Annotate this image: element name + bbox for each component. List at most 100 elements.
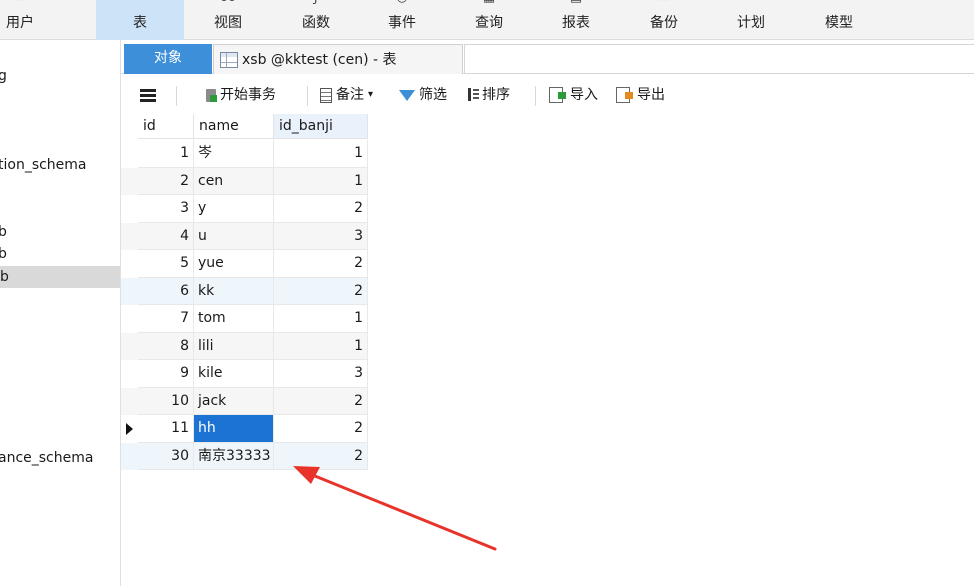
column-header-id-banji[interactable]: id_banji xyxy=(274,114,368,139)
cell-id-banji[interactable]: 1 xyxy=(274,140,368,168)
ribbon-query-button[interactable]: ▦ 查询 xyxy=(445,0,533,40)
ribbon-model-button[interactable]: ▭ 模型 xyxy=(795,0,883,40)
cell-id-banji[interactable]: 2 xyxy=(274,442,368,470)
cell-id[interactable]: 4 xyxy=(138,222,194,250)
cell-name[interactable]: yue xyxy=(194,250,274,278)
export-button[interactable]: 导出 xyxy=(616,84,665,106)
cell-id[interactable]: 3 xyxy=(138,195,194,223)
transaction-icon xyxy=(206,88,217,102)
table-row[interactable]: 6 kk 2 xyxy=(121,277,368,305)
current-row-pointer-icon xyxy=(126,423,133,435)
ribbon-user-button[interactable]: ▬ 用户 xyxy=(0,0,50,40)
table-row[interactable]: 1 岑 1 xyxy=(121,140,368,168)
begin-transaction-label: 开始事务 xyxy=(220,87,276,103)
table-row[interactable]: 10 jack 2 xyxy=(121,387,368,415)
table-icon: ▭ xyxy=(134,0,146,6)
export-label: 导出 xyxy=(637,87,665,103)
table-icon xyxy=(220,51,238,68)
cell-id-banji[interactable]: 2 xyxy=(274,195,368,223)
tab-strip-empty-area xyxy=(464,44,974,74)
table-row[interactable]: 2 cen 1 xyxy=(121,167,368,195)
tab-objects[interactable]: 对象 xyxy=(124,44,212,74)
cell-id[interactable]: 11 xyxy=(138,415,194,443)
cell-name[interactable]: jack xyxy=(194,387,274,415)
cell-id[interactable]: 9 xyxy=(138,360,194,388)
backup-icon: ▬ xyxy=(658,0,670,6)
navigator-item-selected[interactable]: b xyxy=(0,266,120,288)
report-icon: ▤ xyxy=(570,0,582,6)
ribbon-function-button[interactable]: ƒ 函数 xyxy=(272,0,360,40)
ribbon-event-button[interactable]: ◔ 事件 xyxy=(358,0,446,40)
sort-button[interactable]: 排序 xyxy=(466,84,510,106)
import-button[interactable]: 导入 xyxy=(549,84,598,106)
chevron-down-icon: ▾ xyxy=(368,89,374,100)
ribbon-schedule-button[interactable]: ▭ 计划 xyxy=(707,0,795,40)
column-header-name[interactable]: name xyxy=(194,114,274,139)
sort-icon xyxy=(466,87,479,103)
cell-name[interactable]: cen xyxy=(194,167,274,195)
cell-id-banji[interactable]: 2 xyxy=(274,250,368,278)
table-row-current[interactable]: 11 hh 2 xyxy=(121,415,368,443)
user-icon: ▬ xyxy=(14,0,26,6)
cell-id-banji[interactable]: 2 xyxy=(274,415,368,443)
cell-name[interactable]: kk xyxy=(194,277,274,305)
ribbon-report-button[interactable]: ▤ 报表 xyxy=(532,0,620,40)
cell-id[interactable]: 30 xyxy=(138,442,194,470)
ribbon-backup-button[interactable]: ▬ 备份 xyxy=(620,0,708,40)
cell-id[interactable]: 7 xyxy=(138,305,194,333)
navigator-item[interactable]: b xyxy=(0,243,7,265)
tab-strip: 对象 xsb @kktest (cen) - 表 xyxy=(121,40,974,74)
cell-id-banji[interactable]: 2 xyxy=(274,277,368,305)
cell-id-banji[interactable]: 3 xyxy=(274,360,368,388)
table-row[interactable]: 9 kile 3 xyxy=(121,360,368,388)
begin-transaction-button[interactable]: 开始事务 xyxy=(206,84,276,106)
cell-id[interactable]: 6 xyxy=(138,277,194,305)
hamburger-icon xyxy=(140,88,156,102)
cell-name[interactable]: 南京33333 xyxy=(194,442,274,470)
tab-xsb-table[interactable]: xsb @kktest (cen) - 表 xyxy=(213,44,463,74)
navigator-item[interactable]: b xyxy=(0,221,7,243)
cell-name[interactable]: 岑 xyxy=(194,140,274,168)
cell-id[interactable]: 10 xyxy=(138,387,194,415)
cell-name[interactable]: y xyxy=(194,195,274,223)
cell-id[interactable]: 8 xyxy=(138,332,194,360)
cell-id-banji[interactable]: 2 xyxy=(274,387,368,415)
filter-label: 筛选 xyxy=(419,87,447,103)
table-row[interactable]: 30 南京33333 2 xyxy=(121,442,368,470)
column-header-id[interactable]: id xyxy=(138,114,194,139)
cell-id-banji[interactable]: 1 xyxy=(274,167,368,195)
table-row[interactable]: 8 lili 1 xyxy=(121,332,368,360)
filter-button[interactable]: 筛选 xyxy=(399,84,447,106)
cell-id[interactable]: 2 xyxy=(138,167,194,195)
table-row[interactable]: 3 y 2 xyxy=(121,195,368,223)
cell-id-banji[interactable]: 1 xyxy=(274,332,368,360)
ribbon-view-button[interactable]: oo 视图 xyxy=(184,0,272,40)
sort-label: 排序 xyxy=(482,87,510,103)
import-icon xyxy=(549,87,566,103)
table-row[interactable]: 4 u 3 xyxy=(121,222,368,250)
navigator-item[interactable]: ance_schema xyxy=(0,447,93,469)
navigator-item[interactable]: g xyxy=(0,65,7,87)
ribbon-table-button[interactable]: ▭ 表 xyxy=(96,0,184,40)
cell-name-focused[interactable]: hh xyxy=(194,415,274,443)
memo-button[interactable]: 备注 ▾ xyxy=(320,84,373,106)
schedule-icon: ▭ xyxy=(745,0,757,6)
grid-toolbar: 开始事务 备注 ▾ 筛选 排序 导入 导出 xyxy=(121,78,974,112)
model-icon: ▭ xyxy=(833,0,845,6)
event-icon: ◔ xyxy=(396,0,407,6)
cell-id-banji[interactable]: 1 xyxy=(274,305,368,333)
cell-id[interactable]: 5 xyxy=(138,250,194,278)
navigator-item[interactable]: tion_schema xyxy=(0,154,87,176)
table-row[interactable]: 7 tom 1 xyxy=(121,305,368,333)
cell-name[interactable]: lili xyxy=(194,332,274,360)
cell-name[interactable]: tom xyxy=(194,305,274,333)
menu-button[interactable] xyxy=(140,84,156,106)
cell-name[interactable]: kile xyxy=(194,360,274,388)
table-row[interactable]: 5 yue 2 xyxy=(121,250,368,278)
navigator-item-label: b xyxy=(0,269,9,285)
query-icon: ▦ xyxy=(483,0,495,6)
view-icon: oo xyxy=(220,0,236,6)
cell-id-banji[interactable]: 3 xyxy=(274,222,368,250)
cell-name[interactable]: u xyxy=(194,222,274,250)
cell-id[interactable]: 1 xyxy=(138,140,194,168)
